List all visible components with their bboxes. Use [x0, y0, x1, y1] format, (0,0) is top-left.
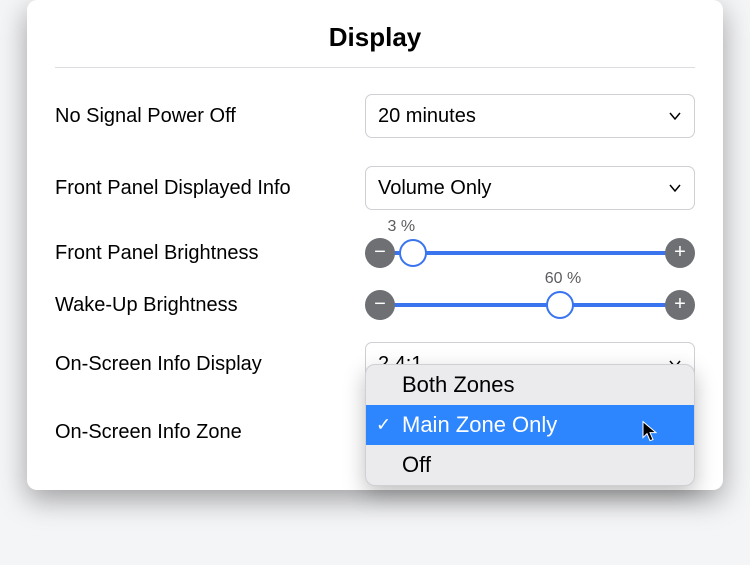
label-front-info: Front Panel Displayed Info	[55, 177, 365, 200]
dropdown-osd-zone[interactable]: Both Zones ✓ Main Zone Only Off	[365, 364, 695, 486]
slider-wakeup-brightness[interactable]: 60 % − +	[365, 290, 695, 320]
check-icon: ✓	[376, 415, 391, 436]
label-osd-zone: On-Screen Info Zone	[55, 421, 365, 444]
row-osd-zone: On-Screen Info Zone Main Zone Only Both …	[55, 410, 695, 454]
dropdown-option-label: Both Zones	[402, 372, 515, 397]
select-value: 20 minutes	[378, 105, 476, 128]
display-settings-panel: Display No Signal Power Off 20 minutes F…	[27, 0, 723, 490]
row-no-signal-power-off: No Signal Power Off 20 minutes	[55, 94, 695, 138]
label-osd-display: On-Screen Info Display	[55, 353, 365, 376]
chevron-down-icon	[668, 109, 682, 123]
dropdown-option[interactable]: ✓ Main Zone Only	[366, 405, 694, 445]
increment-button[interactable]: +	[665, 238, 695, 268]
decrement-button[interactable]: −	[365, 238, 395, 268]
dropdown-option[interactable]: Off	[366, 445, 694, 485]
row-front-panel-info: Front Panel Displayed Info Volume Only	[55, 166, 695, 210]
select-no-signal-power-off[interactable]: 20 minutes	[365, 94, 695, 138]
page-title: Display	[55, 22, 695, 53]
row-front-panel-brightness: Front Panel Brightness 3 % − +	[55, 238, 695, 268]
label-wake-bright: Wake-Up Brightness	[55, 294, 365, 317]
row-wakeup-brightness: Wake-Up Brightness 60 % − +	[55, 290, 695, 320]
slider-thumb[interactable]	[546, 291, 574, 319]
dropdown-option-label: Main Zone Only	[402, 412, 557, 437]
slider-front-panel-brightness[interactable]: 3 % − +	[365, 238, 695, 268]
cursor-icon	[642, 421, 660, 443]
label-front-bright: Front Panel Brightness	[55, 242, 365, 265]
slider-thumb[interactable]	[399, 239, 427, 267]
label-no-signal: No Signal Power Off	[55, 105, 365, 128]
decrement-button[interactable]: −	[365, 290, 395, 320]
slider-value-label: 60 %	[545, 270, 581, 288]
chevron-down-icon	[668, 181, 682, 195]
divider	[55, 67, 695, 68]
slider-track[interactable]	[380, 251, 680, 255]
dropdown-option[interactable]: Both Zones	[366, 365, 694, 405]
select-front-panel-info[interactable]: Volume Only	[365, 166, 695, 210]
slider-value-label: 3 %	[388, 218, 416, 236]
dropdown-option-label: Off	[402, 452, 431, 477]
increment-button[interactable]: +	[665, 290, 695, 320]
select-value: Volume Only	[378, 177, 491, 200]
slider-track[interactable]	[380, 303, 680, 307]
